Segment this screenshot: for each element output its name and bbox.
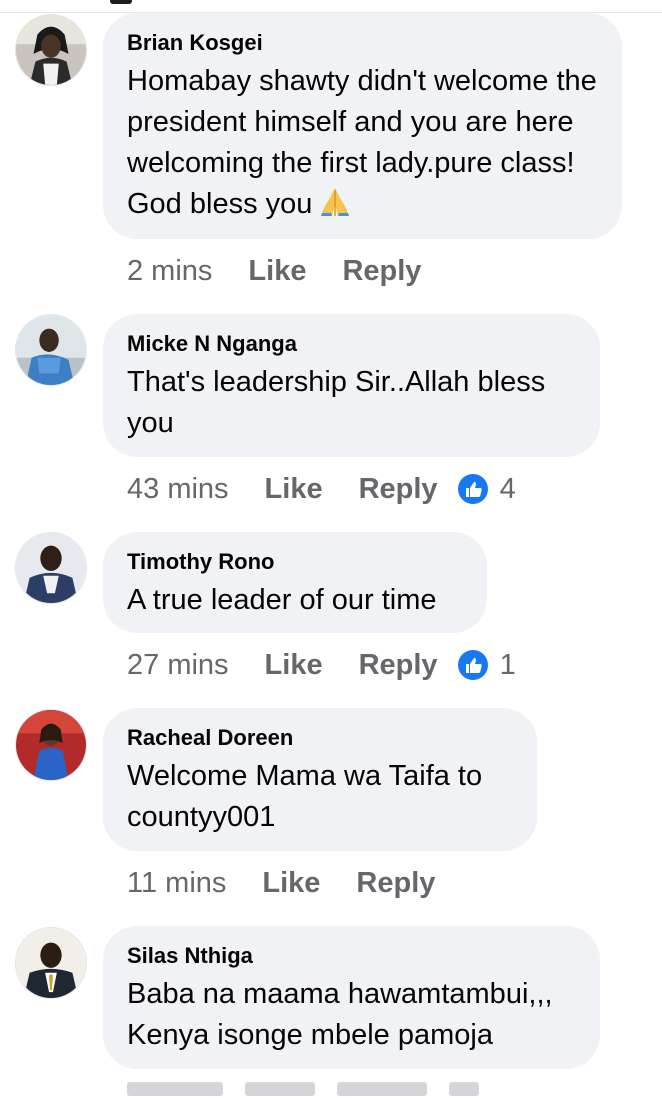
comment-author[interactable]: Timothy Rono xyxy=(127,548,463,576)
reaction-count: 4 xyxy=(499,472,516,505)
like-reaction-icon xyxy=(457,650,488,680)
comment-text: That's leadership Sir..Allah bless you xyxy=(127,366,546,439)
reply-button[interactable]: Reply xyxy=(342,255,421,288)
like-button[interactable]: Like xyxy=(265,649,323,682)
comment-bubble: Brian Kosgei Homabay shawty didn't welco… xyxy=(103,13,622,239)
like-button[interactable]: Like xyxy=(265,473,323,506)
avatar[interactable] xyxy=(15,709,87,781)
comment-author[interactable]: Silas Nthiga xyxy=(127,942,576,970)
cut-off-text xyxy=(110,0,132,4)
comment-author[interactable]: Micke N Nganga xyxy=(127,330,576,358)
comment-bubble: Racheal Doreen Welcome Mama wa Taifa to … xyxy=(103,708,537,851)
comment-actions: 11 mins Like Reply xyxy=(127,863,455,903)
cut-off-reaction xyxy=(449,1082,479,1096)
cut-off-reply xyxy=(337,1082,427,1096)
comment-author[interactable]: Racheal Doreen xyxy=(127,724,513,752)
avatar[interactable] xyxy=(15,14,87,86)
previous-comment-fragment xyxy=(0,0,662,13)
avatar[interactable] xyxy=(15,314,87,386)
comment-actions: 2 mins Like Reply xyxy=(127,251,441,291)
comment-bubble: Silas Nthiga Baba na maama hawamtambui,,… xyxy=(103,926,600,1069)
folded-hands-icon xyxy=(318,186,352,230)
reply-button[interactable]: Reply xyxy=(359,649,438,682)
cut-off-timestamp xyxy=(127,1082,223,1096)
comment-actions-cut-off xyxy=(127,1078,547,1098)
comment-bubble: Timothy Rono A true leader of our time xyxy=(103,532,487,633)
comment-text: Baba na maama hawamtambui,,, Kenya isong… xyxy=(127,978,553,1051)
avatar[interactable] xyxy=(15,927,87,999)
reaction-summary[interactable]: 4 xyxy=(457,472,516,506)
cut-off-like xyxy=(245,1082,315,1096)
comment-text: Welcome Mama wa Taifa to countyy001 xyxy=(127,760,483,833)
comment-author[interactable]: Brian Kosgei xyxy=(127,29,598,57)
reply-button[interactable]: Reply xyxy=(359,473,438,506)
comment-bubble: Micke N Nganga That's leadership Sir..Al… xyxy=(103,314,600,457)
comment-timestamp[interactable]: 2 mins xyxy=(127,255,212,288)
like-button[interactable]: Like xyxy=(262,867,320,900)
avatar[interactable] xyxy=(15,532,87,604)
reply-button[interactable]: Reply xyxy=(356,867,435,900)
reaction-summary[interactable]: 1 xyxy=(457,648,516,682)
comment-text-content: Homabay shawty didn't welcome the presid… xyxy=(127,65,597,220)
comment-actions: 43 mins Like Reply 4 xyxy=(127,469,516,509)
comment-timestamp[interactable]: 27 mins xyxy=(127,649,229,682)
comment-text: A true leader of our time xyxy=(127,584,437,616)
like-button[interactable]: Like xyxy=(248,255,306,288)
comment-actions: 27 mins Like Reply 1 xyxy=(127,645,516,685)
comment-text: Homabay shawty didn't welcome the presid… xyxy=(127,61,598,230)
comment-timestamp[interactable]: 11 mins xyxy=(127,867,226,900)
like-reaction-icon xyxy=(457,474,488,504)
comment-timestamp[interactable]: 43 mins xyxy=(127,473,229,506)
reaction-count: 1 xyxy=(499,648,516,681)
